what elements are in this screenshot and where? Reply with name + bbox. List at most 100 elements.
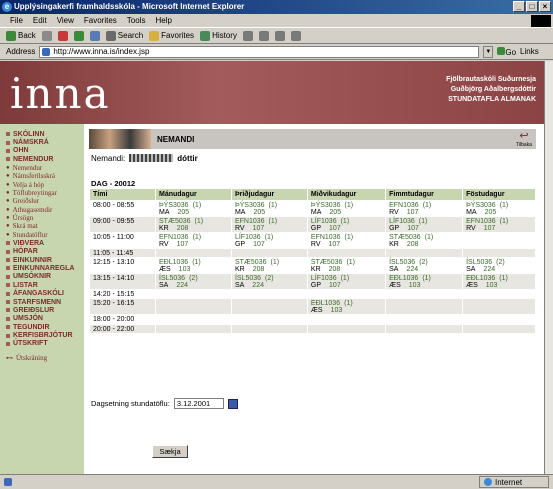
course-code[interactable]: EFN1036 xyxy=(466,218,496,225)
back-link[interactable]: ↩ Tilbaka xyxy=(516,131,532,149)
room-number[interactable]: 224 xyxy=(176,282,188,289)
sidebar-item[interactable]: ● Skrá mat xyxy=(0,222,84,230)
date-input[interactable]: 3.12.2001 xyxy=(173,398,224,409)
teacher-code[interactable]: SA xyxy=(466,266,475,273)
lesson-cell[interactable]: EÐL1036 (1) ÆS 103 xyxy=(462,273,536,291)
room-number[interactable]: 205 xyxy=(329,209,341,216)
teacher-code[interactable]: MA xyxy=(311,209,322,216)
minimize-button[interactable]: _ xyxy=(513,1,525,12)
teacher-code[interactable]: ÆS xyxy=(159,266,171,273)
sidebar-item[interactable]: ÁFANGASKÓLI xyxy=(0,289,84,297)
room-number[interactable]: 107 xyxy=(329,282,341,289)
lesson-cell[interactable]: EFN1036 (1) RV 107 xyxy=(230,216,308,233)
address-dropdown-icon[interactable]: ▼ xyxy=(483,45,494,58)
room-number[interactable]: 224 xyxy=(483,266,495,273)
teacher-code[interactable]: MA xyxy=(159,209,170,216)
edit-button[interactable] xyxy=(274,30,285,41)
lesson-cell[interactable]: ÍSL5036 (2) SA 224 xyxy=(385,257,464,275)
sidebar-item[interactable]: ● Athugasemdir xyxy=(0,206,84,214)
lesson-cell[interactable]: ÍSL5036 (2) SA 224 xyxy=(462,257,536,275)
back-button[interactable]: Back xyxy=(6,30,36,41)
fetch-button[interactable]: Sækja xyxy=(152,445,188,458)
room-number[interactable]: 205 xyxy=(253,209,265,216)
lesson-cell[interactable]: ÞÝS3036 (1) MA 205 xyxy=(462,200,536,217)
vertical-scrollbar[interactable] xyxy=(544,61,553,474)
course-code[interactable]: ÞÝS3036 xyxy=(235,202,265,209)
lesson-cell[interactable]: ÍSL5036 (2) SA 224 xyxy=(230,273,308,291)
teacher-code[interactable]: RV xyxy=(466,225,476,232)
banner-links[interactable]: STUNDATAFLA ALMANAK xyxy=(446,95,536,105)
teacher-code[interactable]: MA xyxy=(235,209,246,216)
lesson-cell[interactable]: EÐL1036 (1) ÆS 103 xyxy=(385,273,464,291)
lesson-cell[interactable]: EFN1036 (1) RV 107 xyxy=(385,200,464,217)
teacher-code[interactable]: GP xyxy=(311,282,321,289)
course-code[interactable]: ÍSL5036 xyxy=(389,259,415,266)
menu-edit[interactable]: Edit xyxy=(33,16,47,25)
teacher-code[interactable]: GP xyxy=(389,225,399,232)
room-number[interactable]: 107 xyxy=(407,225,419,232)
refresh-button[interactable] xyxy=(73,30,84,41)
teacher-code[interactable]: KR xyxy=(159,225,169,232)
history-button[interactable]: History xyxy=(200,30,237,41)
sidebar-item[interactable]: ● Greiðslur xyxy=(0,197,84,205)
close-button[interactable]: × xyxy=(539,1,551,12)
teacher-code[interactable]: GP xyxy=(235,241,245,248)
sidebar-item[interactable]: TEGUNDIR xyxy=(0,323,84,331)
room-number[interactable]: 208 xyxy=(177,225,189,232)
room-number[interactable]: 107 xyxy=(407,209,419,216)
teacher-code[interactable]: RV xyxy=(389,209,399,216)
course-code[interactable]: LÍF1036 xyxy=(311,218,337,225)
room-number[interactable]: 103 xyxy=(409,282,421,289)
teacher-code[interactable]: SA xyxy=(235,282,244,289)
room-number[interactable]: 107 xyxy=(177,241,189,248)
sidebar-item[interactable]: ● Stundatöflur xyxy=(0,231,84,239)
lesson-cell[interactable]: EFN1036 (1) RV 107 xyxy=(306,232,387,249)
lesson-cell[interactable]: EFN1036 (1) RV 107 xyxy=(155,232,232,249)
lesson-cell[interactable]: ÞÝS3036 (1) MA 205 xyxy=(155,200,232,217)
course-code[interactable]: EÐL1036 xyxy=(389,275,418,282)
teacher-code[interactable]: ÆS xyxy=(311,307,323,314)
print-button[interactable] xyxy=(258,30,269,41)
room-number[interactable]: 224 xyxy=(406,266,418,273)
sidebar-item[interactable]: VIÐVERA xyxy=(0,239,84,247)
menu-tools[interactable]: Tools xyxy=(127,16,146,25)
sidebar-item[interactable]: UMSJÓN xyxy=(0,315,84,323)
mail-button[interactable] xyxy=(242,30,253,41)
lesson-cell[interactable]: STÆ5036 (1) KR 208 xyxy=(385,232,464,249)
course-code[interactable]: ÞÝS3036 xyxy=(159,202,189,209)
course-code[interactable]: ÞÝS3036 xyxy=(311,202,341,209)
teacher-code[interactable]: RV xyxy=(159,241,169,248)
links-button[interactable]: Links xyxy=(520,47,539,56)
course-code[interactable]: STÆ5036 xyxy=(311,259,343,266)
course-code[interactable]: LÍF1036 xyxy=(389,218,415,225)
course-code[interactable]: ÞÝS3036 xyxy=(466,202,496,209)
teacher-code[interactable]: MA xyxy=(466,209,477,216)
teacher-code[interactable]: SA xyxy=(389,266,398,273)
course-code[interactable]: STÆ5036 xyxy=(159,218,191,225)
lesson-cell[interactable]: ÞÝS3036 (1) MA 205 xyxy=(230,200,308,217)
sidebar-item[interactable]: KERFISBRJÓTUR xyxy=(0,331,84,339)
lesson-cell[interactable]: EFN1036 (1) RV 107 xyxy=(462,216,536,233)
course-code[interactable]: EFN1036 xyxy=(311,234,341,241)
sidebar-item[interactable]: UMSÓKNIR xyxy=(0,273,84,281)
sidebar-item[interactable]: NÁMSKRÁ xyxy=(0,138,84,146)
course-code[interactable]: ÍSL5036 xyxy=(235,275,261,282)
address-input[interactable]: http://www.inna.is/index.jsp xyxy=(39,45,480,58)
discuss-button[interactable] xyxy=(290,30,301,41)
sidebar-item[interactable]: ● Nemendur xyxy=(0,164,84,172)
teacher-code[interactable]: KR xyxy=(235,266,245,273)
sidebar-item[interactable]: STARFSMENN xyxy=(0,298,84,306)
room-number[interactable]: 205 xyxy=(178,209,190,216)
lesson-cell[interactable]: LÍF1036 (1) GP 107 xyxy=(306,216,387,233)
room-number[interactable]: 205 xyxy=(485,209,497,216)
room-number[interactable]: 103 xyxy=(486,282,498,289)
lesson-cell[interactable]: LÍF1036 (1) GP 107 xyxy=(306,273,387,291)
course-code[interactable]: LÍF1036 xyxy=(311,275,337,282)
room-number[interactable]: 103 xyxy=(179,266,191,273)
teacher-code[interactable]: RV xyxy=(235,225,245,232)
lesson-cell[interactable]: STÆ5036 (1) KR 208 xyxy=(230,257,308,275)
lesson-cell[interactable]: EÐL1036 (1) ÆS 103 xyxy=(306,298,387,316)
room-number[interactable]: 208 xyxy=(329,266,341,273)
menu-help[interactable]: Help xyxy=(155,16,171,25)
sidebar-item[interactable]: NEMENDUR xyxy=(0,155,84,163)
